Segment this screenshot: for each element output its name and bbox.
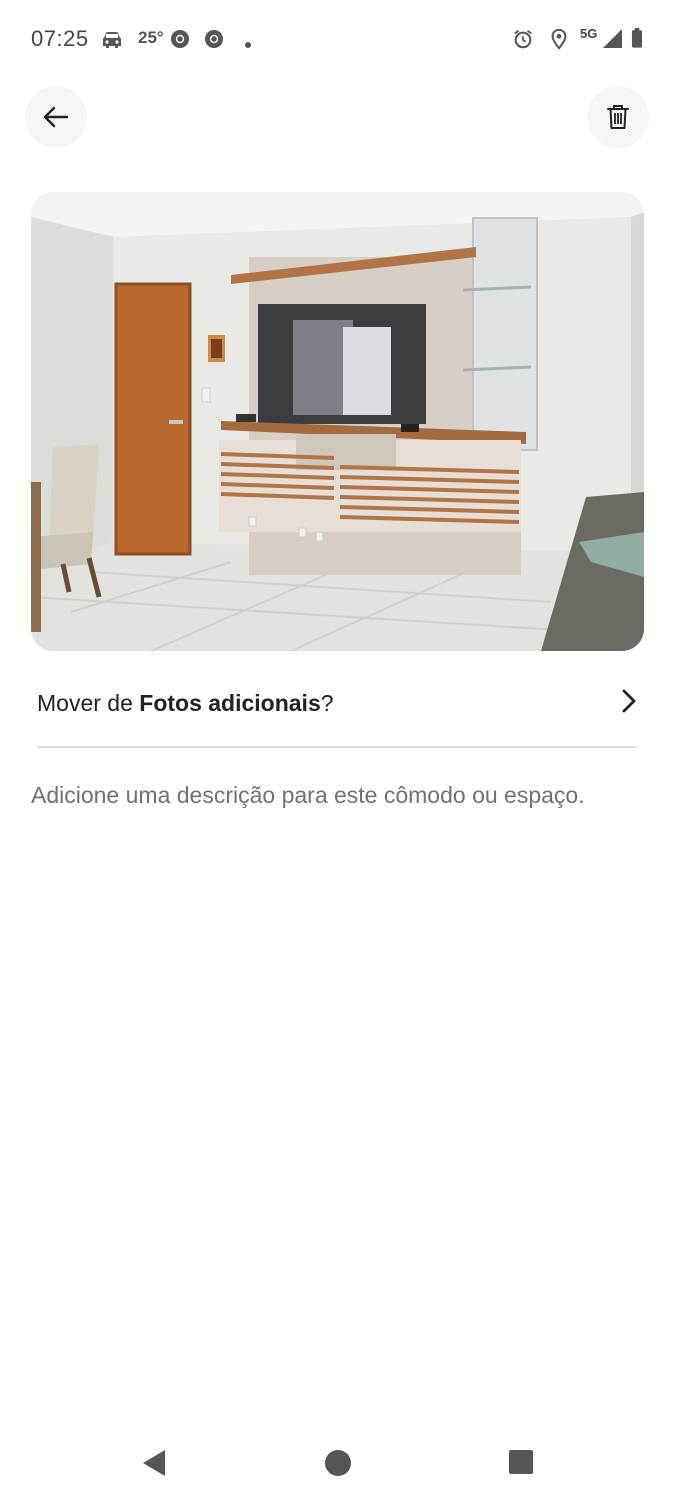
description-field[interactable]: Adicione uma descrição para este cômodo … xyxy=(31,776,591,814)
arrow-left-icon xyxy=(43,106,69,128)
home-circle-icon[interactable] xyxy=(324,1449,352,1477)
room-photo[interactable] xyxy=(31,192,644,651)
car-icon xyxy=(103,32,121,48)
network-type: 5G xyxy=(580,26,598,41)
status-time: 07:25 xyxy=(31,26,89,51)
temperature: 25° xyxy=(138,28,164,47)
move-prefix: Mover de xyxy=(37,690,140,716)
move-suffix: ? xyxy=(320,690,334,716)
status-bar: 07:25 25° 5G xyxy=(0,0,675,80)
back-button[interactable] xyxy=(25,86,87,148)
trash-icon xyxy=(607,105,629,129)
back-triangle-icon[interactable] xyxy=(141,1448,167,1478)
location-icon xyxy=(551,28,567,50)
chrome-icon xyxy=(205,30,223,48)
move-album-text: Mover de Fotos adicionais? xyxy=(37,690,334,717)
battery-icon xyxy=(631,27,643,48)
album-name: Fotos adicionais xyxy=(139,690,321,716)
room-illustration xyxy=(31,192,644,651)
recents-square-icon[interactable] xyxy=(509,1450,533,1474)
dot-icon xyxy=(245,42,251,48)
move-album-row[interactable]: Mover de Fotos adicionais? xyxy=(37,680,637,748)
chevron-right-icon xyxy=(622,689,636,713)
delete-button[interactable] xyxy=(587,86,649,148)
chrome-icon xyxy=(171,30,189,48)
alarm-icon xyxy=(514,30,532,49)
signal-icon xyxy=(603,29,622,48)
